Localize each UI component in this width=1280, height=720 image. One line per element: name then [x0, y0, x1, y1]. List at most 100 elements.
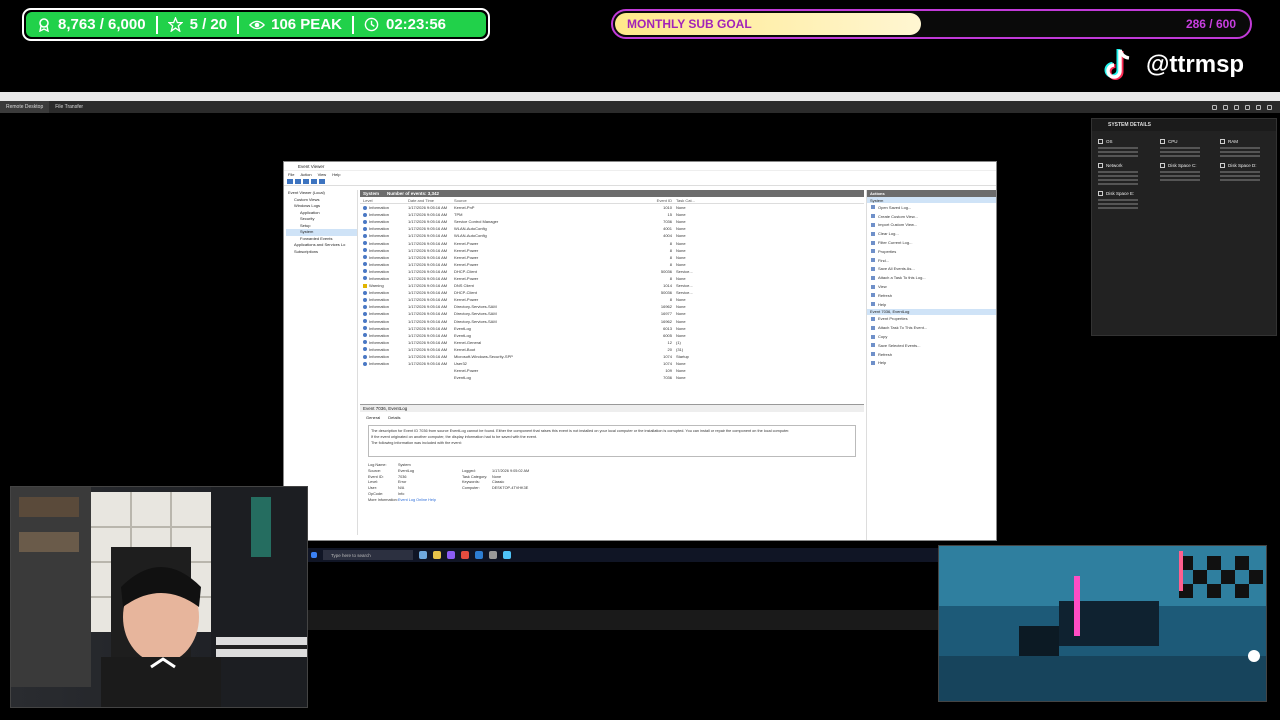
- stars-value: 5 / 20: [189, 16, 228, 33]
- menu-action[interactable]: Action: [300, 172, 311, 177]
- col-source[interactable]: Source: [454, 198, 652, 203]
- fullscreen-icon[interactable]: [1267, 104, 1272, 110]
- event-row[interactable]: Information 1/17/2026 9:05:16 AM Directory…: [360, 303, 864, 310]
- monitor-icon[interactable]: [1223, 104, 1228, 110]
- app-icon[interactable]: [489, 551, 497, 559]
- field-value[interactable]: Event Log Online Help: [398, 498, 462, 502]
- chrome-icon[interactable]: [461, 551, 469, 559]
- action-item[interactable]: Filter Current Log...: [867, 238, 996, 247]
- tab-remote-desktop[interactable]: Remote Desktop: [0, 101, 50, 113]
- event-row[interactable]: Information 1/17/2026 9:05:16 AM WLAN-Auto…: [360, 232, 864, 239]
- tree-item[interactable]: Subscriptions: [286, 249, 357, 256]
- action-item[interactable]: Event Properties: [867, 315, 996, 324]
- action-item[interactable]: Help: [867, 300, 996, 309]
- action-icon: [871, 205, 875, 210]
- action-item[interactable]: Refresh: [867, 291, 996, 300]
- event-source: Kernel-Power: [454, 275, 479, 281]
- event-row[interactable]: Information 1/17/2026 9:05:16 AM Directory…: [360, 310, 864, 317]
- up-icon[interactable]: [303, 179, 309, 184]
- action-item[interactable]: Save Selected Events...: [867, 341, 996, 350]
- event-row[interactable]: Information 1/17/2026 9:05:16 AM Kernel-Po…: [360, 275, 864, 282]
- info-icon: [363, 347, 367, 352]
- tab-general[interactable]: General: [366, 415, 380, 420]
- col-date[interactable]: Date and Time: [408, 198, 454, 203]
- event-row[interactable]: Information 1/17/2026 9:05:16 AM WLAN-Auto…: [360, 225, 864, 232]
- level-text: Information: [369, 304, 390, 310]
- event-row[interactable]: Warning 1/17/2026 9:05:16 AM DNS Client 101…: [360, 282, 864, 289]
- event-row[interactable]: Information 1/17/2026 9:05:16 AM DHCP-Clie…: [360, 289, 864, 296]
- tab-file-transfer[interactable]: File Transfer: [49, 101, 89, 113]
- event-row[interactable]: Information 1/17/2026 9:05:16 AM User32 107…: [360, 360, 864, 367]
- app-icon[interactable]: [503, 551, 511, 559]
- col-level[interactable]: Level: [360, 198, 408, 203]
- menu-file[interactable]: File: [288, 172, 294, 177]
- action-label: Save Selected Events...: [878, 342, 921, 348]
- field-label: [462, 492, 492, 496]
- properties-icon[interactable]: [311, 179, 317, 184]
- menu-view[interactable]: View: [318, 172, 327, 177]
- forward-icon[interactable]: [295, 179, 301, 184]
- event-row[interactable]: Information 1/17/2026 9:05:16 AM EventLog 6…: [360, 332, 864, 339]
- action-item[interactable]: Copy: [867, 332, 996, 341]
- col-event-id[interactable]: Event ID: [652, 198, 672, 203]
- event-row[interactable]: Information 1/17/2026 9:05:16 AM Kernel-Po…: [360, 261, 864, 268]
- event-row[interactable]: Information 1/17/2026 9:05:16 AM Kernel-Po…: [360, 247, 864, 254]
- event-category: None: [676, 325, 686, 331]
- action-item[interactable]: Refresh: [867, 350, 996, 359]
- event-level: Information: [360, 347, 408, 352]
- action-item[interactable]: Attach a Task To this Log...: [867, 273, 996, 282]
- event-row[interactable]: Information 1/17/2026 9:05:16 AM Service C…: [360, 218, 864, 225]
- action-item[interactable]: Import Custom View...: [867, 221, 996, 230]
- event-row[interactable]: Information 1/17/2026 9:05:16 AM Microsoft…: [360, 353, 864, 360]
- action-item[interactable]: Properties: [867, 247, 996, 256]
- file-explorer-icon[interactable]: [433, 551, 441, 559]
- clock-icon: [364, 17, 380, 33]
- event-row[interactable]: Information 1/17/2026 9:05:16 AM DHCP-Clie…: [360, 268, 864, 275]
- settings-icon[interactable]: [1212, 104, 1217, 110]
- disk-icon: [1098, 191, 1103, 196]
- field-value: [492, 463, 556, 467]
- chat-icon[interactable]: [1245, 104, 1250, 110]
- event-id: 6005: [663, 332, 672, 338]
- event-level: Information: [360, 262, 408, 267]
- menu-help[interactable]: Help: [332, 172, 340, 177]
- event-level: Information: [360, 304, 408, 309]
- help-icon[interactable]: [319, 179, 325, 184]
- event-row[interactable]: Information 1/17/2026 9:05:16 AM EventLog 6…: [360, 325, 864, 332]
- action-item[interactable]: Save All Events As...: [867, 265, 996, 274]
- event-source: EventLog: [454, 375, 471, 381]
- app-icon[interactable]: [475, 551, 483, 559]
- action-item[interactable]: Find...: [867, 256, 996, 265]
- taskbar-search[interactable]: Type here to search: [323, 550, 413, 560]
- event-row[interactable]: Information 1/17/2026 9:05:16 AM Kernel-Ge…: [360, 339, 864, 346]
- keyboard-icon[interactable]: [1234, 104, 1239, 110]
- file-icon[interactable]: [1256, 104, 1261, 110]
- event-row[interactable]: Information 1/17/2026 9:05:16 AM Kernel-Po…: [360, 239, 864, 246]
- event-row[interactable]: Information 1/17/2026 9:05:16 AM Kernel-Po…: [360, 296, 864, 303]
- event-row[interactable]: Information 1/17/2026 9:05:16 AM Kernel-Po…: [360, 254, 864, 261]
- event-source: EventLog: [454, 332, 471, 338]
- event-row[interactable]: Kernel-Power 109 None: [360, 367, 864, 374]
- action-item[interactable]: Help: [867, 359, 996, 368]
- tab-details[interactable]: Details: [388, 415, 400, 420]
- event-category: Service...: [676, 290, 693, 296]
- action-item[interactable]: Open Saved Log...: [867, 203, 996, 212]
- action-item[interactable]: Attach Task To This Event...: [867, 323, 996, 332]
- action-item[interactable]: View: [867, 282, 996, 291]
- task-view-icon[interactable]: [419, 551, 427, 559]
- event-row[interactable]: Information 1/17/2026 9:05:16 AM Kernel-Pn…: [360, 204, 864, 211]
- event-id: 12: [667, 339, 672, 345]
- col-task-category[interactable]: Task Cat...: [672, 198, 702, 203]
- event-row[interactable]: EventLog 7036 None: [360, 374, 864, 381]
- field-label: Event ID:: [368, 474, 384, 479]
- back-icon[interactable]: [287, 179, 293, 184]
- event-row[interactable]: Information 1/17/2026 9:05:16 AM TPM 15 None: [360, 211, 864, 218]
- windows-start-icon[interactable]: [311, 552, 317, 558]
- event-row[interactable]: Information 1/17/2026 9:05:16 AM Kernel-Bo…: [360, 346, 864, 353]
- event-date: 1/17/2026 9:05:16 AM: [408, 212, 448, 218]
- action-item[interactable]: Clear Log...: [867, 229, 996, 238]
- discord-icon[interactable]: [447, 551, 455, 559]
- action-item[interactable]: Create Custom View...: [867, 212, 996, 221]
- event-source: User32: [454, 361, 467, 367]
- event-row[interactable]: Information 1/17/2026 9:05:16 AM Directory…: [360, 318, 864, 325]
